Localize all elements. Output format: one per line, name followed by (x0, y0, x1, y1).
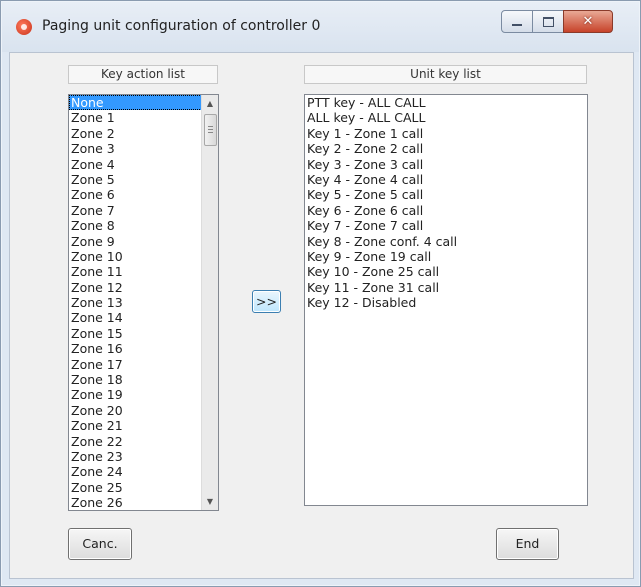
close-button[interactable]: ✕ (563, 10, 613, 33)
unit-key-list-item[interactable]: Key 8 - Zone conf. 4 call (305, 234, 587, 249)
key-action-list-item[interactable]: Zone 8 (69, 218, 218, 233)
scroll-down-arrow-icon[interactable]: ▼ (202, 493, 218, 510)
key-action-scrollbar[interactable]: ▲ ▼ (201, 95, 218, 510)
key-action-list-item[interactable]: Zone 4 (69, 157, 218, 172)
unit-key-list-item[interactable]: Key 2 - Zone 2 call (305, 141, 587, 156)
key-action-list-item[interactable]: Zone 2 (69, 126, 218, 141)
key-action-list-item[interactable]: Zone 1 (69, 110, 218, 125)
key-action-list-item[interactable]: Zone 16 (69, 341, 218, 356)
key-action-list-item[interactable]: Zone 22 (69, 434, 218, 449)
key-action-list-item[interactable]: Zone 21 (69, 418, 218, 433)
key-action-list-item[interactable]: Zone 15 (69, 326, 218, 341)
key-action-listbox[interactable]: None Zone 1 Zone 2 Zone 3 Zone 4 Zone 5 Zone 6… (68, 94, 219, 511)
unit-key-list-item[interactable]: Key 10 - Zone 25 call (305, 264, 587, 279)
unit-key-list-item[interactable]: Key 11 - Zone 31 call (305, 280, 587, 295)
scroll-up-arrow-icon[interactable]: ▲ (202, 95, 218, 112)
unit-key-list-item[interactable]: Key 5 - Zone 5 call (305, 187, 587, 202)
key-action-list-item[interactable]: Zone 20 (69, 403, 218, 418)
unit-key-list-item[interactable]: ALL key - ALL CALL (305, 110, 587, 125)
key-action-list-item[interactable]: None (69, 95, 218, 111)
unit-key-list-item[interactable]: PTT key - ALL CALL (305, 95, 587, 110)
dialog-window: Paging unit configuration of controller … (0, 0, 641, 587)
unit-key-list-item[interactable]: Key 4 - Zone 4 call (305, 172, 587, 187)
key-action-list-item[interactable]: Zone 10 (69, 249, 218, 264)
grip-line (208, 129, 213, 130)
key-action-list-item[interactable]: Zone 26 (69, 495, 218, 510)
key-action-list-item[interactable]: Zone 5 (69, 172, 218, 187)
key-action-items: None Zone 1 Zone 2 Zone 3 Zone 4 Zone 5 Zone 6… (69, 95, 218, 510)
key-action-list-item[interactable]: Zone 24 (69, 464, 218, 479)
minimize-button[interactable] (501, 10, 533, 33)
grip-line (208, 132, 213, 133)
unit-key-list-item[interactable]: Key 9 - Zone 19 call (305, 249, 587, 264)
key-action-list-item[interactable]: Zone 18 (69, 372, 218, 387)
window-title: Paging unit configuration of controller … (42, 18, 321, 34)
unit-key-list-item[interactable]: Key 3 - Zone 3 call (305, 157, 587, 172)
minimize-icon (512, 24, 522, 26)
unit-key-list-item[interactable]: Key 6 - Zone 6 call (305, 203, 587, 218)
key-action-list-item[interactable]: Zone 11 (69, 264, 218, 279)
title-bar[interactable]: Paging unit configuration of controller … (2, 2, 639, 52)
window-controls: ✕ (501, 10, 613, 33)
end-button[interactable]: End (496, 528, 559, 560)
key-action-list-item[interactable]: Zone 6 (69, 187, 218, 202)
unit-key-items: PTT key - ALL CALL ALL key - ALL CALL Key … (305, 95, 587, 310)
key-action-list-item[interactable]: Zone 3 (69, 141, 218, 156)
unit-key-listbox[interactable]: PTT key - ALL CALL ALL key - ALL CALL Key … (304, 94, 588, 506)
key-action-list-item[interactable]: Zone 17 (69, 357, 218, 372)
key-action-list-item[interactable]: Zone 12 (69, 280, 218, 295)
scroll-thumb[interactable] (204, 114, 217, 146)
unit-key-list-item[interactable]: Key 1 - Zone 1 call (305, 126, 587, 141)
unit-key-list-header: Unit key list (304, 65, 587, 84)
key-action-list-item[interactable]: Zone 25 (69, 480, 218, 495)
key-action-list-item[interactable]: Zone 14 (69, 310, 218, 325)
key-action-list-item[interactable]: Zone 23 (69, 449, 218, 464)
close-icon: ✕ (582, 14, 594, 29)
key-action-list-item[interactable]: Zone 7 (69, 203, 218, 218)
key-action-list-header: Key action list (68, 65, 218, 84)
unit-key-list-item[interactable]: Key 7 - Zone 7 call (305, 218, 587, 233)
grip-line (208, 126, 213, 127)
key-action-list-item[interactable]: Zone 13 (69, 295, 218, 310)
cancel-button[interactable]: Canc. (68, 528, 132, 560)
move-to-unit-button[interactable]: >> (252, 290, 281, 313)
key-action-list-item[interactable]: Zone 19 (69, 387, 218, 402)
maximize-icon (542, 16, 554, 27)
dialog-client-area: Key action list None Zone 1 Zone 2 Zone 3 Zo… (9, 52, 634, 579)
unit-key-list-item[interactable]: Key 12 - Disabled (305, 295, 587, 310)
app-icon (16, 19, 32, 35)
key-action-list-item[interactable]: Zone 9 (69, 234, 218, 249)
maximize-button[interactable] (532, 10, 564, 33)
